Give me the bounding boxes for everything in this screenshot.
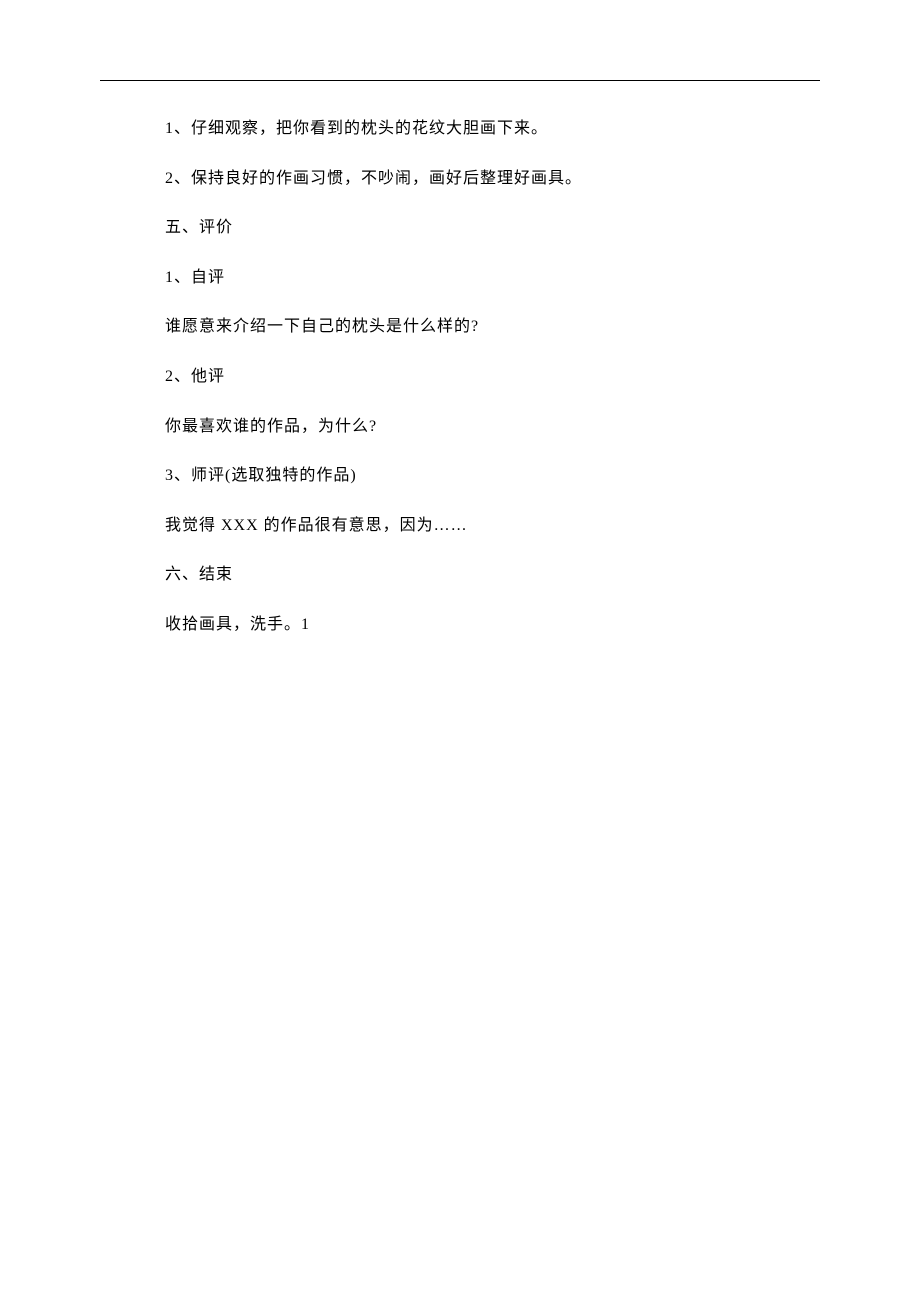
line-2: 2、保持良好的作画习惯，不吵闹，画好后整理好画具。	[100, 166, 820, 192]
line-self-review-prompt: 谁愿意来介绍一下自己的枕头是什么样的?	[100, 314, 820, 340]
line-peer-review-prompt: 你最喜欢谁的作品，为什么?	[100, 414, 820, 440]
line-cleanup: 收拾画具，洗手。1	[100, 612, 820, 638]
section-5-heading: 五、评价	[100, 215, 820, 241]
line-teacher-review: 3、师评(选取独特的作品)	[100, 463, 820, 489]
page-container: 1、仔细观察，把你看到的枕头的花纹大胆画下来。 2、保持良好的作画习惯，不吵闹，…	[0, 0, 920, 638]
line-1: 1、仔细观察，把你看到的枕头的花纹大胆画下来。	[100, 116, 820, 142]
line-self-review: 1、自评	[100, 265, 820, 291]
line-peer-review: 2、他评	[100, 364, 820, 390]
section-6-heading: 六、结束	[100, 562, 820, 588]
top-divider	[100, 80, 820, 81]
line-teacher-review-prompt: 我觉得 XXX 的作品很有意思，因为……	[100, 513, 820, 539]
